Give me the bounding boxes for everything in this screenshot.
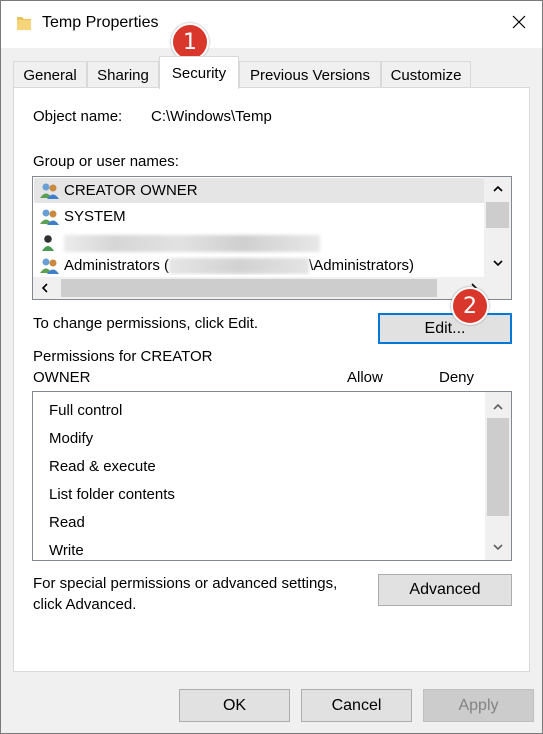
permission-item: Read xyxy=(49,514,85,531)
title-bar: Temp Properties xyxy=(1,1,542,48)
object-name-value: C:\Windows\Temp xyxy=(151,108,272,125)
scroll-up-arrow[interactable] xyxy=(485,395,511,417)
allow-column-header: Allow xyxy=(347,369,383,386)
advanced-button[interactable]: Advanced xyxy=(378,574,512,606)
permission-item: Modify xyxy=(49,430,94,447)
apply-button[interactable]: Apply xyxy=(423,689,534,722)
advanced-hint-line2: click Advanced. xyxy=(33,596,137,613)
user-group-icon xyxy=(40,257,60,275)
tab-general[interactable]: General xyxy=(13,61,87,88)
folder-icon xyxy=(16,14,32,32)
ok-button[interactable]: OK xyxy=(179,689,290,722)
permissions-for-label-line1: Permissions for CREATOR xyxy=(33,348,213,365)
user-list-vscrollbar[interactable] xyxy=(484,177,511,277)
permissions-for-label-line2: OWNER xyxy=(33,369,91,386)
list-item[interactable]: CREATOR OWNER xyxy=(34,178,485,203)
step-badge-2: 2 xyxy=(451,287,489,325)
permission-item: Full control xyxy=(49,402,123,419)
properties-window: Temp Properties General Sharing Security… xyxy=(0,0,543,734)
redacted-domain xyxy=(169,257,310,274)
list-item[interactable]: SYSTEM xyxy=(34,204,485,229)
permissions-list[interactable]: Full control Modify Read & execute List … xyxy=(32,391,512,561)
scroll-down-arrow[interactable] xyxy=(485,536,511,558)
user-name-suffix: \Administrators) xyxy=(309,257,415,274)
scroll-thumb[interactable] xyxy=(487,418,509,516)
permission-item: Write xyxy=(49,542,84,559)
user-name: SYSTEM xyxy=(64,208,126,225)
object-name-label: Object name: xyxy=(33,108,123,125)
permission-item: Read & execute xyxy=(49,458,156,475)
user-group-icon xyxy=(40,182,60,200)
scroll-down-arrow[interactable] xyxy=(484,252,511,275)
cancel-button[interactable]: Cancel xyxy=(301,689,412,722)
close-button[interactable] xyxy=(496,1,542,47)
deny-column-header: Deny xyxy=(439,369,475,386)
list-item[interactable]: Administrators ( \Administrators) xyxy=(34,256,485,275)
window-title: Temp Properties xyxy=(42,14,159,31)
permissions-vscrollbar[interactable] xyxy=(485,392,511,560)
redacted-user-name xyxy=(64,235,320,252)
advanced-hint-line1: For special permissions or advanced sett… xyxy=(33,575,338,592)
user-list[interactable]: CREATOR OWNER SYSTEM Administrators (\A… xyxy=(32,176,512,300)
user-name-prefix: Administrators ( xyxy=(64,257,170,274)
scroll-thumb[interactable] xyxy=(486,202,509,228)
group-label: Group or user names: xyxy=(33,153,179,170)
change-permissions-hint: To change permissions, click Edit. xyxy=(33,315,259,332)
user-icon xyxy=(40,234,60,252)
tab-previous-versions[interactable]: Previous Versions xyxy=(239,61,381,88)
user-name: CREATOR OWNER xyxy=(64,182,198,199)
scroll-thumb[interactable] xyxy=(61,279,437,297)
close-icon xyxy=(512,15,526,33)
permission-item: List folder contents xyxy=(49,486,175,503)
tab-security[interactable]: Security xyxy=(159,56,239,89)
user-list-hscrollbar[interactable] xyxy=(33,277,511,299)
list-item[interactable] xyxy=(34,230,485,255)
tab-customize[interactable]: Customize xyxy=(381,61,471,88)
user-group-icon xyxy=(40,208,60,226)
scroll-up-arrow[interactable] xyxy=(484,177,511,200)
scroll-left-arrow[interactable] xyxy=(33,277,55,299)
security-panel: Object name: C:\Windows\Temp Group or us… xyxy=(13,87,530,672)
edit-button[interactable]: Edit... xyxy=(378,313,512,344)
tab-sharing[interactable]: Sharing xyxy=(87,61,159,88)
